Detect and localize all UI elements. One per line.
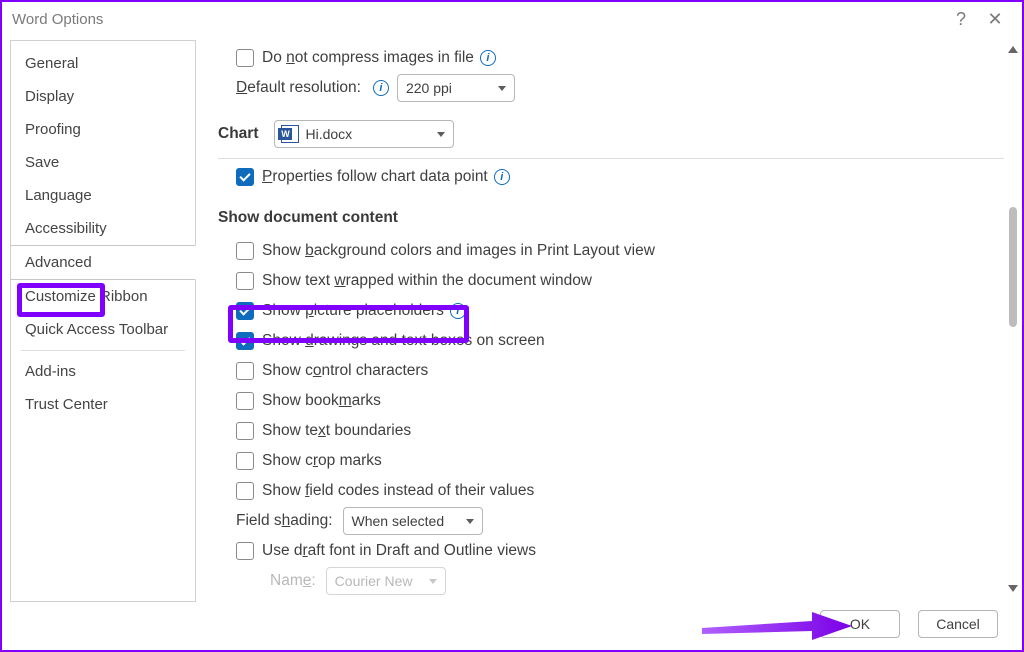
checkbox-content-option[interactable] bbox=[236, 302, 254, 320]
dialog-footer: OK Cancel bbox=[820, 610, 998, 638]
checkbox-do-not-compress[interactable] bbox=[236, 49, 254, 67]
label-default-resolution: Default resolution: bbox=[236, 79, 361, 97]
row-font-name: Name: Courier New bbox=[218, 567, 1004, 595]
checkbox-properties-follow[interactable] bbox=[236, 168, 254, 186]
dropdown-field-shading[interactable]: When selected bbox=[343, 507, 483, 535]
cancel-button[interactable]: Cancel bbox=[918, 610, 998, 638]
label-font-name: Name: bbox=[270, 572, 316, 590]
section-heading-content: Show document content bbox=[218, 209, 1004, 227]
label-field-shading: Field shading: bbox=[236, 512, 333, 530]
checkbox-content-option[interactable] bbox=[236, 452, 254, 470]
checkbox-content-option[interactable] bbox=[236, 272, 254, 290]
info-icon[interactable]: i bbox=[494, 169, 510, 185]
checkbox-content-option[interactable] bbox=[236, 422, 254, 440]
sidebar-item-quick-access-toolbar[interactable]: Quick Access Toolbar bbox=[11, 313, 195, 346]
scroll-thumb[interactable] bbox=[1009, 207, 1017, 327]
checkbox-content-option[interactable] bbox=[236, 482, 254, 500]
checkbox-content-option[interactable] bbox=[236, 392, 254, 410]
options-content: Do not compress images in file i Default… bbox=[196, 36, 1022, 606]
label-properties-follow: Properties follow chart data point bbox=[262, 168, 488, 186]
chevron-down-icon bbox=[429, 579, 437, 584]
row-do-not-compress: Do not compress images in file i bbox=[218, 44, 1004, 72]
label-content-option: Show text wrapped within the document wi… bbox=[262, 272, 592, 290]
sidebar-item-add-ins[interactable]: Add-ins bbox=[11, 355, 195, 388]
content-option-row: Show crop marks bbox=[218, 447, 1004, 475]
window-title: Word Options bbox=[12, 11, 103, 28]
scroll-up-icon[interactable] bbox=[1008, 46, 1018, 53]
chevron-down-icon bbox=[466, 519, 474, 524]
label-content-option: Show background colors and images in Pri… bbox=[262, 242, 655, 260]
close-icon[interactable]: ✕ bbox=[978, 9, 1012, 30]
info-icon[interactable]: i bbox=[480, 50, 496, 66]
content-option-row: Show bookmarks bbox=[218, 387, 1004, 415]
label-content-option: Show control characters bbox=[262, 362, 428, 380]
label-content-option: Show drawings and text boxes on screen bbox=[262, 332, 545, 350]
label-content-option: Show crop marks bbox=[262, 452, 382, 470]
sidebar-item-customize-ribbon[interactable]: Customize Ribbon bbox=[11, 280, 195, 313]
content-option-row: Show drawings and text boxes on screen bbox=[218, 327, 1004, 355]
dropdown-chart-file[interactable]: Hi.docx bbox=[274, 120, 454, 148]
content-option-row: Show control characters bbox=[218, 357, 1004, 385]
content-option-row: Show text wrapped within the document wi… bbox=[218, 267, 1004, 295]
dropdown-default-resolution[interactable]: 220 ppi bbox=[397, 74, 515, 102]
chevron-down-icon bbox=[498, 86, 506, 91]
content-option-row: Show text boundaries bbox=[218, 417, 1004, 445]
sidebar-item-advanced[interactable]: Advanced bbox=[11, 245, 196, 280]
label-content-option: Show bookmarks bbox=[262, 392, 381, 410]
content-option-row: Show background colors and images in Pri… bbox=[218, 237, 1004, 265]
category-sidebar: General Display Proofing Save Language A… bbox=[10, 40, 196, 602]
sidebar-item-trust-center[interactable]: Trust Center bbox=[11, 388, 195, 421]
dropdown-font-name: Courier New bbox=[326, 567, 446, 595]
chevron-down-icon bbox=[437, 132, 445, 137]
label-do-not-compress: Do not compress images in file bbox=[262, 49, 474, 67]
label-content-option: Show picture placeholders bbox=[262, 302, 444, 320]
section-heading-chart: Chart bbox=[218, 125, 258, 143]
word-options-dialog: Word Options ? ✕ General Display Proofin… bbox=[0, 0, 1024, 652]
ok-button[interactable]: OK bbox=[820, 610, 900, 638]
row-draft-font: Use draft font in Draft and Outline view… bbox=[218, 537, 1004, 565]
row-field-shading: Field shading: When selected bbox=[218, 507, 1004, 535]
scroll-down-icon[interactable] bbox=[1008, 585, 1018, 592]
checkbox-content-option[interactable] bbox=[236, 242, 254, 260]
checkbox-content-option[interactable] bbox=[236, 332, 254, 350]
titlebar: Word Options ? ✕ bbox=[2, 2, 1022, 36]
label-content-option: Show field codes instead of their values bbox=[262, 482, 534, 500]
info-icon[interactable]: i bbox=[450, 303, 466, 319]
section-chart-row: Chart Hi.docx bbox=[218, 120, 1004, 148]
label-draft-font: Use draft font in Draft and Outline view… bbox=[262, 542, 536, 560]
sidebar-item-proofing[interactable]: Proofing bbox=[11, 113, 195, 146]
content-option-row: Show field codes instead of their values bbox=[218, 477, 1004, 505]
checkbox-draft-font[interactable] bbox=[236, 542, 254, 560]
sidebar-item-save[interactable]: Save bbox=[11, 146, 195, 179]
row-default-resolution: Default resolution: i 220 ppi bbox=[218, 74, 1004, 102]
help-icon[interactable]: ? bbox=[944, 9, 978, 30]
info-icon[interactable]: i bbox=[373, 80, 389, 96]
vertical-scrollbar[interactable] bbox=[1006, 42, 1020, 596]
sidebar-item-general[interactable]: General bbox=[11, 47, 195, 80]
sidebar-item-language[interactable]: Language bbox=[11, 179, 195, 212]
sidebar-item-accessibility[interactable]: Accessibility bbox=[11, 212, 195, 245]
word-document-icon bbox=[281, 125, 299, 143]
label-content-option: Show text boundaries bbox=[262, 422, 411, 440]
checkbox-content-option[interactable] bbox=[236, 362, 254, 380]
row-properties-follow: Properties follow chart data point i bbox=[218, 163, 1004, 191]
sidebar-item-display[interactable]: Display bbox=[11, 80, 195, 113]
content-option-row: Show picture placeholders i bbox=[218, 297, 1004, 325]
